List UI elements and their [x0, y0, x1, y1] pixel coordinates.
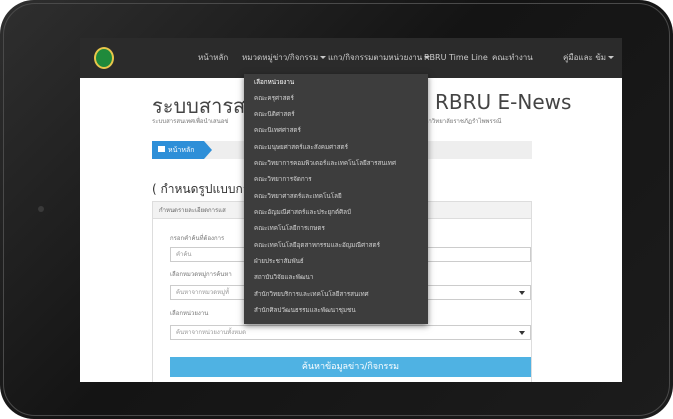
- dropdown-item[interactable]: คณะอัญมณีศาสตร์และประยุกต์ศิลป์: [254, 207, 351, 217]
- nav-faculty-menu[interactable]: คณะทำงาน: [492, 38, 533, 78]
- tablet-screen: หน้าหลัก หมวดหมู่ข่าว/กิจกรรม แกว/กิจกรร…: [80, 38, 622, 382]
- unit-select-value: ค้นหาจากหน่วยงานทั้งหมด: [176, 329, 246, 336]
- tablet-frame: หน้าหลัก หมวดหมู่ข่าว/กิจกรรม แกว/กิจกรร…: [0, 0, 673, 419]
- category-select-value: ค้นหาจากหมวดหมู่ทั้: [176, 289, 229, 296]
- nav-home[interactable]: หน้าหลัก: [198, 38, 228, 78]
- dropdown-item[interactable]: คณะวิทยาการคอมพิวเตอร์และเทคโนโลยีสารสนเ…: [254, 158, 396, 168]
- site-title-brand: RBRU E-News: [435, 90, 572, 114]
- university-logo-icon[interactable]: [94, 47, 114, 69]
- dropdown-item[interactable]: สำนักศิลปวัฒนธรรมและพัฒนาชุมชน: [254, 305, 356, 315]
- nav-manual-label: คู่มือและ ข้ม: [563, 53, 607, 62]
- top-navbar: หน้าหลัก หมวดหมู่ข่าว/กิจกรรม แกว/กิจกรร…: [80, 38, 622, 78]
- nav-news-category[interactable]: หมวดหมู่ข่าว/กิจกรรม: [242, 38, 327, 78]
- dropdown-item[interactable]: คณะมนุษยศาสตร์และสังคมศาสตร์: [254, 142, 348, 152]
- nav-unit-activities[interactable]: แกว/กิจกรรมตามหน่วยงาน: [328, 38, 431, 78]
- site-subtitle: ระบบสารสนเทศเพื่อนำเสนอข่: [152, 118, 229, 125]
- home-icon: [158, 146, 165, 152]
- nav-unit-activities-label: แกว/กิจกรรมตามหน่วยงาน: [328, 53, 423, 62]
- dropdown-arrow-icon: [519, 331, 525, 335]
- chevron-down-icon: [608, 56, 615, 59]
- dropdown-item[interactable]: คณะเทคโนโลยีอุตสาหกรรมและอัญมณีศาสตร์: [254, 240, 380, 250]
- unit-dropdown-menu: เลือกหน่วยงาน คณะครุศาสตร์ คณะนิติศาสตร์…: [244, 74, 428, 324]
- nav-news-category-label: หมวดหมู่ข่าว/กิจกรรม: [242, 53, 319, 62]
- dropdown-item[interactable]: คณะนิเทศศาสตร์: [254, 125, 301, 135]
- dropdown-item[interactable]: สถาบันวิจัยและพัฒนา: [254, 272, 313, 282]
- dropdown-item[interactable]: คณะนิติศาสตร์: [254, 109, 295, 119]
- dropdown-item[interactable]: คณะวิทยาการจัดการ: [254, 174, 312, 184]
- nav-home-label: หน้าหลัก: [198, 53, 229, 62]
- dropdown-item[interactable]: คณะเทคโนโลยีการเกษตร: [254, 223, 325, 233]
- nav-faculty-menu-label: คณะทำงาน: [492, 53, 533, 62]
- dropdown-item[interactable]: คณะครุศาสตร์: [254, 93, 294, 103]
- chevron-down-icon: [320, 56, 327, 59]
- nav-timeline[interactable]: RBRU Time Line: [424, 38, 488, 78]
- camera-icon: [38, 206, 44, 212]
- keyword-label: กรอกคำค้นที่ต้องการ: [170, 235, 225, 242]
- dropdown-item[interactable]: ฝ่ายประชาสัมพันธ์: [254, 256, 304, 266]
- search-button[interactable]: ค้นหาข้อมูลข่าว/กิจกรรม: [170, 357, 531, 377]
- dropdown-item[interactable]: สำนักวิทยบริการและเทคโนโลยีสารสนเทศ: [254, 289, 369, 299]
- unit-select[interactable]: ค้นหาจากหน่วยงานทั้งหมด: [170, 325, 531, 340]
- dropdown-arrow-icon: [519, 291, 525, 295]
- nav-manual[interactable]: คู่มือและ ข้ม: [563, 38, 615, 78]
- unit-label: เลือกหน่วยงาน: [170, 310, 209, 317]
- dropdown-item[interactable]: คณะวิทยาศาสตร์และเทคโนโลยี: [254, 191, 342, 201]
- breadcrumb-home-label: หน้าหลัก: [168, 146, 195, 154]
- category-label: เลือกหมวดหมู่การค้นหา: [170, 271, 232, 278]
- nav-timeline-label: RBRU Time Line: [424, 53, 488, 62]
- dropdown-item-header[interactable]: เลือกหน่วยงาน: [254, 77, 294, 87]
- breadcrumb-home[interactable]: หน้าหลัก: [152, 141, 214, 159]
